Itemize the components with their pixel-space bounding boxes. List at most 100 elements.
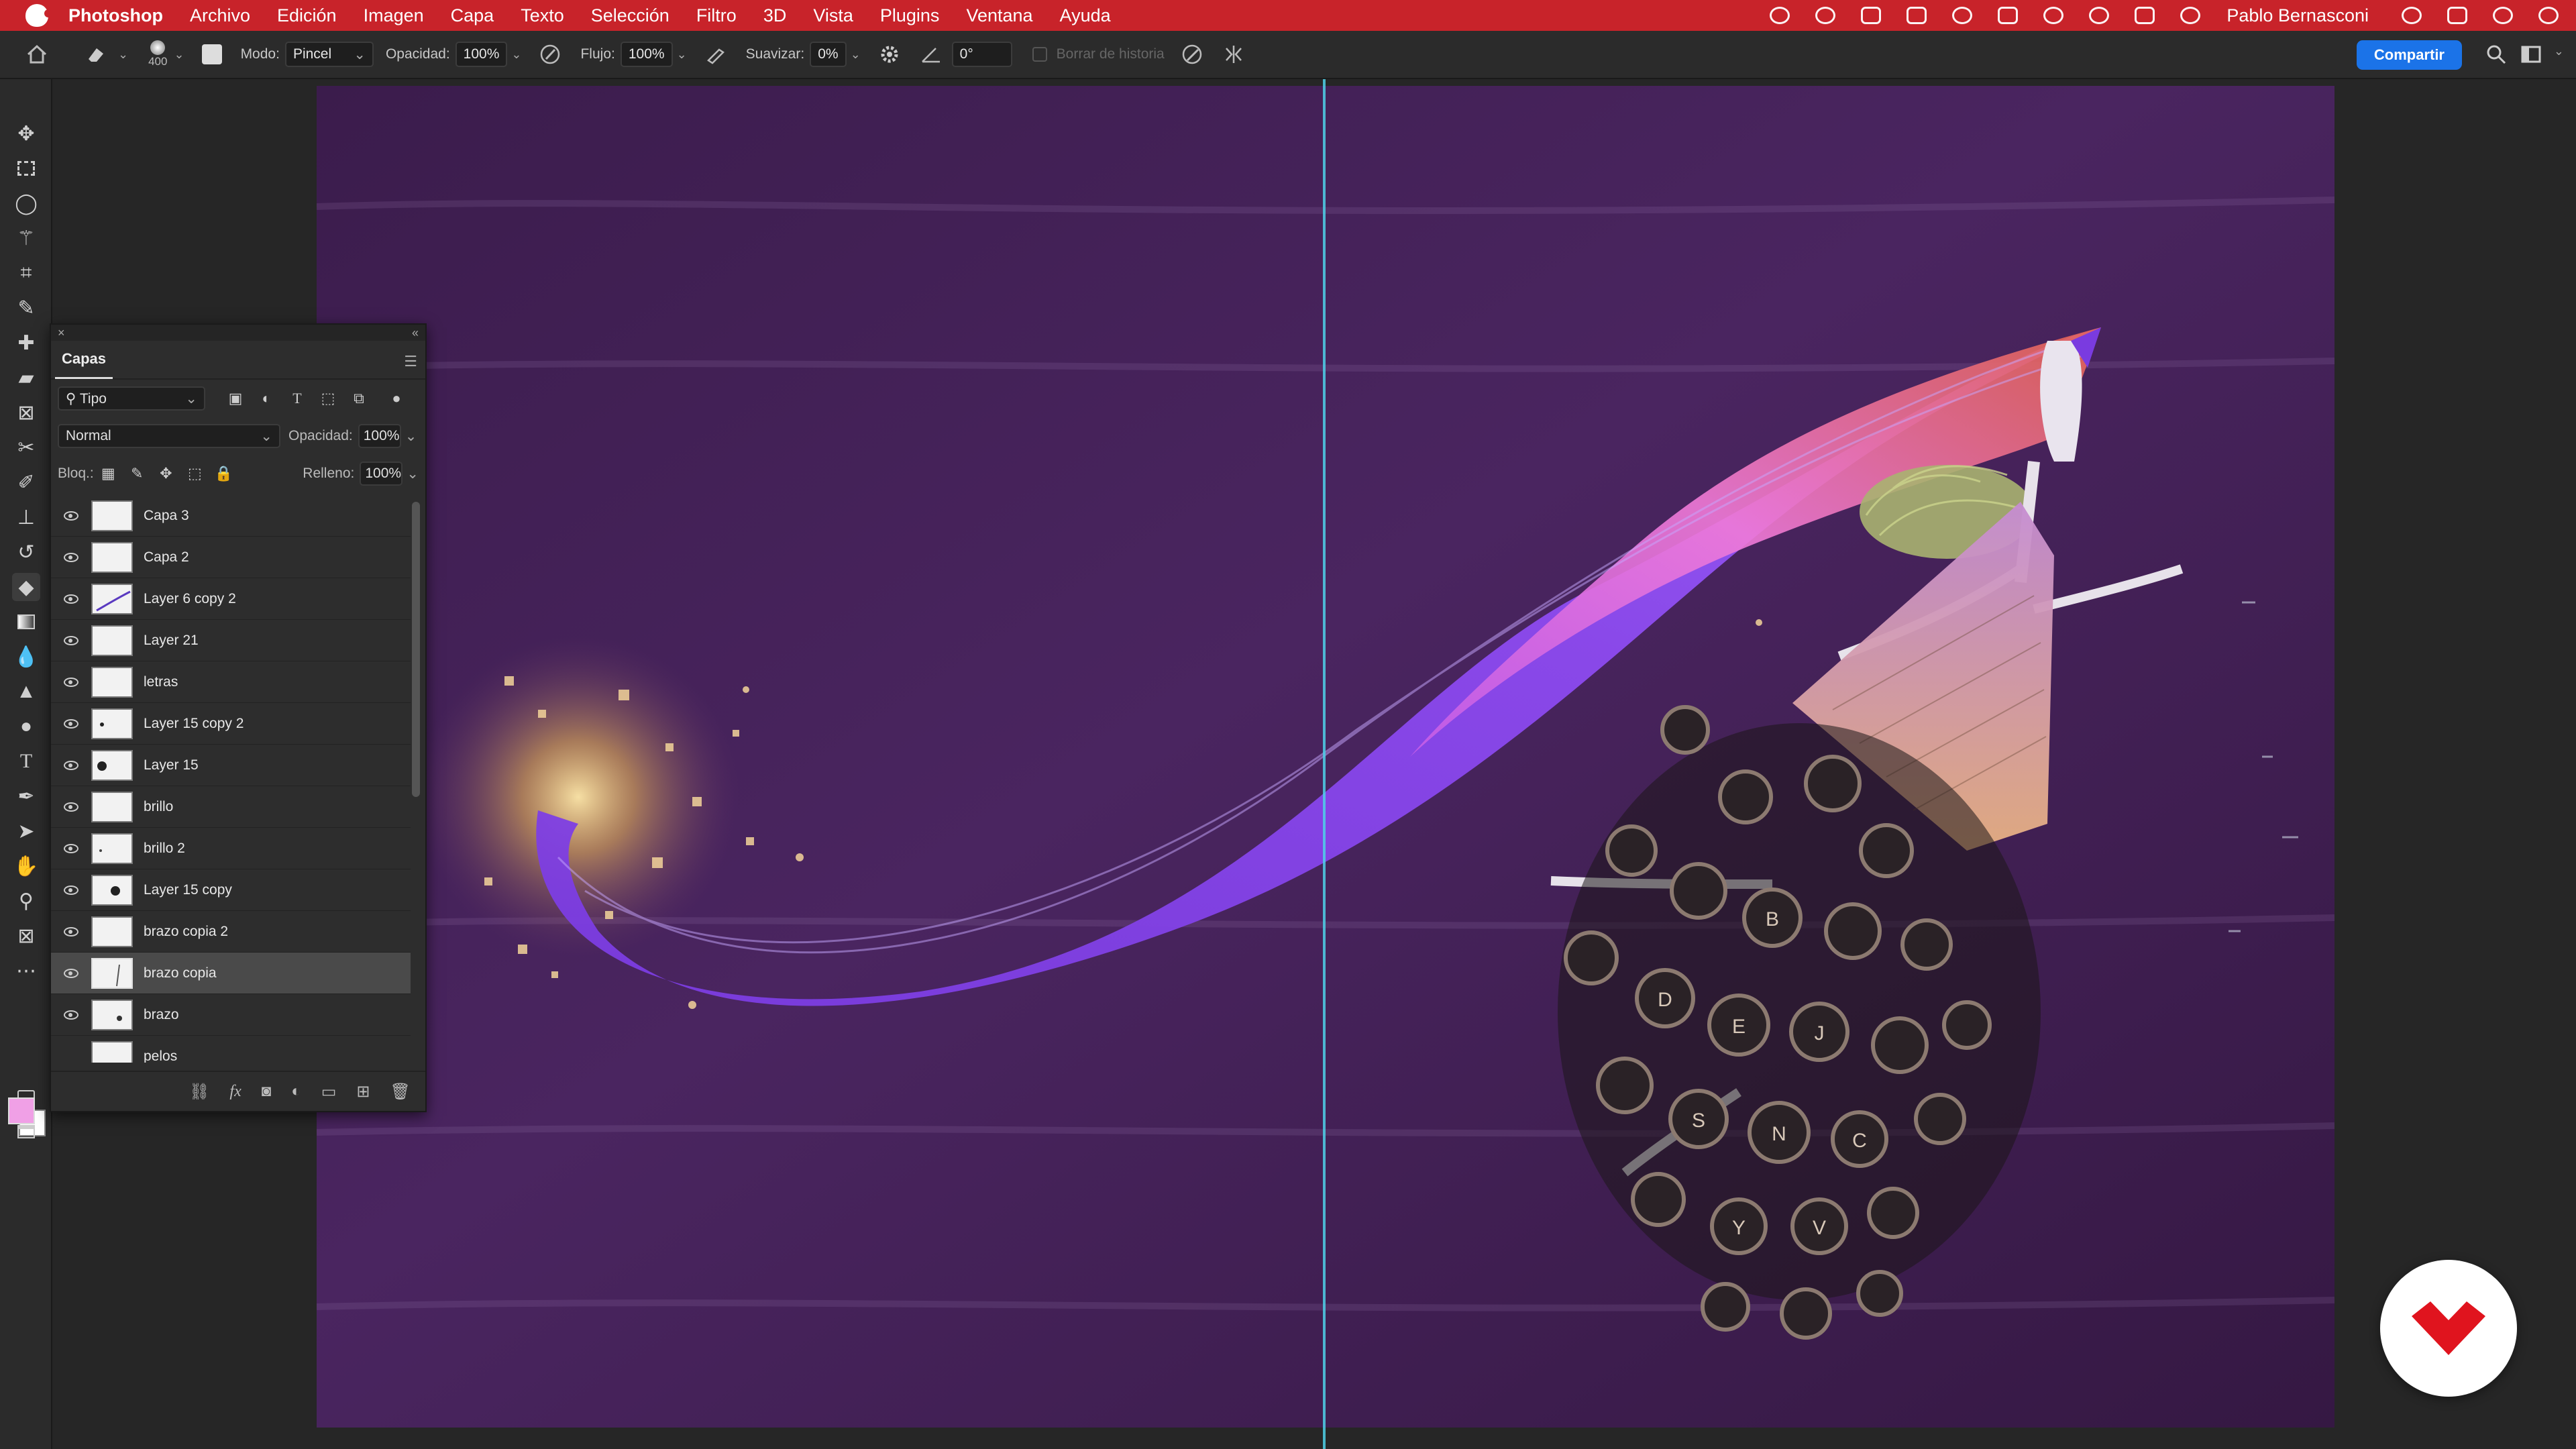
hand-tool-icon[interactable]: ✋: [12, 852, 40, 880]
filter-type-icon[interactable]: T: [287, 388, 307, 409]
layer-row[interactable]: Capa 2: [51, 537, 411, 578]
delete-layer-icon[interactable]: 🗑: [390, 1082, 411, 1102]
visibility-eye-icon[interactable]: [51, 802, 91, 812]
layer-opacity-input[interactable]: 100%: [358, 424, 401, 448]
battery-icon[interactable]: [2135, 7, 2155, 24]
layer-style-fx-icon[interactable]: fx: [229, 1083, 241, 1101]
artwork-canvas[interactable]: B D E J S N C Y V: [317, 86, 2334, 1428]
eraser-tool-icon[interactable]: [85, 43, 107, 66]
blur-tool-icon[interactable]: 💧: [12, 643, 40, 671]
angle-input[interactable]: 0°: [951, 42, 1012, 67]
flow-chevron-icon[interactable]: ⌄: [677, 48, 687, 62]
visibility-eye-icon[interactable]: [51, 635, 91, 645]
filter-adjustment-icon[interactable]: ◐: [256, 388, 276, 409]
lock-all-icon[interactable]: 🔒: [215, 464, 233, 484]
tool-preset-chevron-icon[interactable]: ⌄: [118, 48, 128, 62]
smoothing-input[interactable]: 0%: [810, 42, 847, 67]
vertical-guide[interactable]: [1323, 79, 1326, 1449]
mode-select[interactable]: Pincel ⌄: [284, 42, 374, 67]
gear-icon[interactable]: [878, 43, 901, 66]
menu-edicion[interactable]: Edición: [277, 5, 337, 26]
apple-icon[interactable]: [25, 4, 52, 27]
menu-app-name[interactable]: Photoshop: [68, 5, 163, 26]
home-icon[interactable]: [25, 43, 48, 66]
menu-filtro[interactable]: Filtro: [696, 5, 737, 26]
menu-imagen[interactable]: Imagen: [364, 5, 424, 26]
menu-seleccion[interactable]: Selección: [591, 5, 669, 26]
adjustment-layer-icon[interactable]: ◐: [291, 1082, 301, 1101]
filter-smart-object-icon[interactable]: ⧉: [349, 388, 369, 409]
fill-input[interactable]: 100%: [360, 462, 403, 486]
notification-icon[interactable]: [1861, 7, 1882, 24]
new-group-icon[interactable]: ▭: [321, 1082, 337, 1102]
zoom-tool-icon[interactable]: ⚲: [12, 887, 40, 915]
visibility-eye-icon[interactable]: [51, 843, 91, 853]
menu-texto[interactable]: Texto: [521, 5, 564, 26]
collapse-panel-icon[interactable]: «: [412, 326, 419, 340]
wifi-icon[interactable]: [2180, 7, 2201, 24]
workspace-chevron-icon[interactable]: ⌄: [2554, 44, 2564, 58]
frame-tool-icon[interactable]: ⊠: [12, 398, 40, 427]
brush-size-picker[interactable]: 400: [148, 40, 167, 68]
menu-capa[interactable]: Capa: [451, 5, 494, 26]
foreground-color-swatch[interactable]: [8, 1097, 35, 1124]
move-tool-icon[interactable]: ✥: [12, 119, 40, 148]
airbrush-icon[interactable]: [704, 43, 727, 66]
layer-row[interactable]: brillo: [51, 786, 411, 828]
smoothing-chevron-icon[interactable]: ⌄: [851, 48, 861, 62]
stamp-tool-icon[interactable]: ⊥: [12, 503, 40, 531]
pressure-size-icon[interactable]: [1181, 43, 1203, 66]
layer-row-selected[interactable]: brazo copia: [51, 953, 411, 994]
filter-shape-icon[interactable]: ⬚: [318, 388, 338, 409]
workspace-icon[interactable]: [2520, 43, 2542, 66]
path-selection-tool-icon[interactable]: ➤: [12, 817, 40, 845]
layer-filter-select[interactable]: ⚲ Tipo ⌄: [58, 386, 205, 411]
opacity-chevron-icon[interactable]: ⌄: [511, 48, 521, 62]
filter-pixel-icon[interactable]: ▣: [225, 388, 246, 409]
menu-vista[interactable]: Vista: [813, 5, 853, 26]
blend-mode-select[interactable]: Normal ⌄: [58, 424, 280, 448]
visibility-eye-icon[interactable]: [51, 1010, 91, 1020]
visibility-eye-icon[interactable]: [51, 760, 91, 770]
lock-transparent-icon[interactable]: ▦: [99, 464, 117, 484]
brush-tool-icon[interactable]: ✐: [12, 468, 40, 496]
eraser-tool-button-icon[interactable]: ◆: [12, 573, 40, 601]
lock-artboard-icon[interactable]: ⬚: [186, 464, 204, 484]
layer-row[interactable]: letras: [51, 661, 411, 703]
menu-3d[interactable]: 3D: [763, 5, 787, 26]
clock-icon[interactable]: [2538, 7, 2559, 24]
user-name[interactable]: Pablo Bernasconi: [2226, 5, 2369, 26]
filter-toggle-icon[interactable]: ●: [386, 388, 407, 409]
layer-row[interactable]: pelos: [51, 1036, 411, 1063]
bluetooth-icon[interactable]: [2089, 7, 2110, 24]
brush-chevron-icon[interactable]: ⌄: [174, 48, 184, 62]
patch-tool-icon[interactable]: ▰: [12, 364, 40, 392]
lasso-tool-icon[interactable]: ◯: [12, 189, 40, 217]
menu-archivo[interactable]: Archivo: [190, 5, 250, 26]
visibility-eye-icon[interactable]: [51, 885, 91, 895]
close-panel-icon[interactable]: ×: [58, 326, 65, 340]
siri-icon[interactable]: [2493, 7, 2513, 24]
tab-layers[interactable]: Capas: [55, 340, 113, 379]
eyedropper-tool-icon[interactable]: ✎: [12, 294, 40, 322]
flag-icon[interactable]: [1998, 7, 2019, 24]
control-center-icon[interactable]: [2447, 7, 2467, 24]
layer-row[interactable]: Capa 3: [51, 495, 411, 537]
visibility-eye-icon[interactable]: [51, 552, 91, 562]
opacity-input[interactable]: 100%: [455, 42, 508, 67]
panel-menu-icon[interactable]: ☰: [404, 353, 417, 370]
new-layer-icon[interactable]: ⊞: [356, 1082, 370, 1102]
visibility-eye-icon[interactable]: [51, 594, 91, 604]
sharpen-tool-icon[interactable]: ▲: [12, 678, 40, 706]
more-tools-icon[interactable]: ⋯: [12, 957, 40, 985]
layer-row[interactable]: Layer 6 copy 2: [51, 578, 411, 620]
layer-row[interactable]: Layer 15 copy: [51, 869, 411, 911]
erase-to-history-checkbox[interactable]: [1032, 47, 1047, 62]
brush-settings-icon[interactable]: [201, 44, 222, 64]
artboard-tool-icon[interactable]: ⊠: [12, 922, 40, 950]
layer-row[interactable]: brazo copia 2: [51, 911, 411, 953]
healing-brush-tool-icon[interactable]: ✚: [12, 329, 40, 357]
menu-plugins[interactable]: Plugins: [880, 5, 940, 26]
layer-row[interactable]: Layer 15 copy 2: [51, 703, 411, 745]
headphones-icon[interactable]: [2043, 7, 2064, 24]
